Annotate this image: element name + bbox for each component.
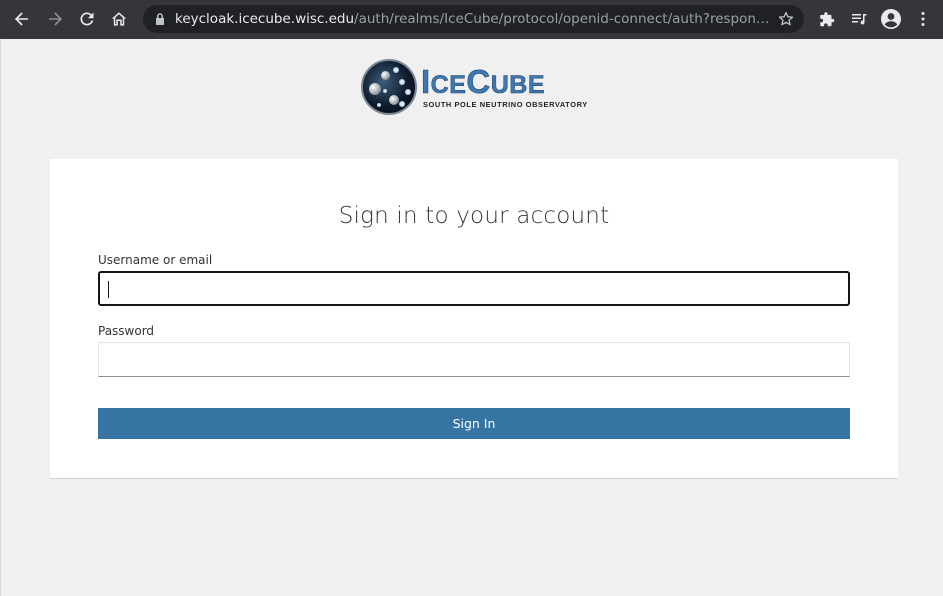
back-icon — [14, 12, 28, 26]
reload-icon — [80, 12, 94, 26]
browser-toolbar: keycloak.icecube.wisc.edu/auth/realms/Ic… — [0, 0, 943, 39]
username-label: Username or email — [98, 253, 213, 267]
password-label: Password — [98, 324, 155, 338]
logo-title: ICECUBE — [421, 63, 546, 100]
back-button[interactable] — [9, 6, 35, 32]
logo-subtitle: South Pole Neutrino Observatory — [423, 100, 588, 109]
home-button[interactable] — [106, 6, 132, 32]
media-queue-button[interactable] — [846, 6, 872, 32]
menu-button[interactable] — [910, 6, 936, 32]
extensions-icon — [819, 11, 834, 26]
address-bar[interactable]: keycloak.icecube.wisc.edu/auth/realms/Ic… — [143, 5, 804, 33]
profile-icon — [881, 9, 901, 29]
page-title: Sign in to your account — [338, 203, 610, 229]
menu-icon — [921, 12, 925, 26]
star-icon[interactable] — [778, 11, 794, 27]
media-queue-icon — [852, 14, 867, 25]
lock-icon — [156, 13, 164, 25]
reload-button[interactable] — [74, 6, 100, 32]
password-field[interactable] — [98, 342, 850, 377]
url-text: keycloak.icecube.wisc.edu/auth/realms/Ic… — [175, 11, 775, 27]
forward-icon — [49, 12, 63, 26]
icecube-logo: ICECUBE South Pole Neutrino Observatory — [361, 59, 591, 119]
page-content: ICECUBE South Pole Neutrino Observatory … — [0, 39, 943, 596]
url-path: /auth/realms/IceCube/protocol/openid-con… — [354, 11, 770, 27]
logo-orb-icon — [361, 59, 417, 115]
login-card: Sign in to your account Username or emai… — [50, 159, 898, 479]
sign-in-button[interactable]: Sign In — [98, 408, 850, 439]
profile-button[interactable] — [878, 6, 904, 32]
text-caret — [108, 281, 109, 298]
home-icon — [111, 12, 127, 26]
extensions-button[interactable] — [814, 6, 840, 32]
forward-button[interactable] — [42, 6, 68, 32]
username-field[interactable] — [98, 271, 850, 306]
url-host: keycloak.icecube.wisc.edu — [175, 11, 355, 27]
